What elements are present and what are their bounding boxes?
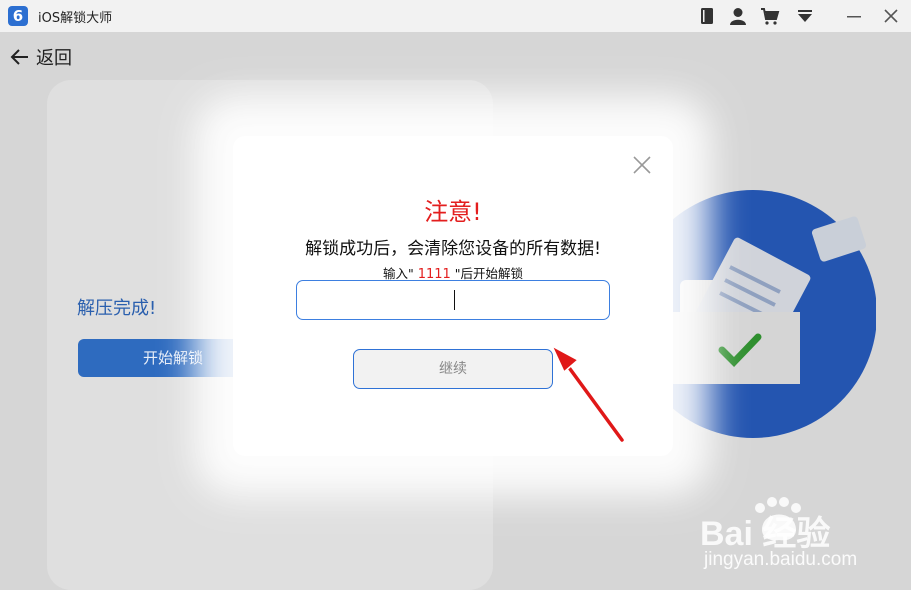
annotation-arrow	[550, 344, 626, 444]
dialog-close-button[interactable]	[631, 154, 653, 176]
prompt-before: 输入"	[382, 266, 418, 281]
continue-button[interactable]: 继续	[353, 349, 553, 389]
watermark-brand: Bai 经验	[700, 515, 831, 553]
arrow-left-icon	[10, 49, 28, 65]
dialog-message: 解锁成功后，会清除您设备的所有数据!	[305, 239, 601, 259]
prompt-after: "后开始解锁	[450, 266, 524, 281]
minimize-icon[interactable]	[843, 5, 865, 27]
app-logo-icon: 6	[8, 6, 28, 26]
title-bar: 6 iOS解锁大师	[0, 0, 911, 32]
close-icon[interactable]	[880, 5, 902, 27]
book-icon[interactable]	[696, 5, 718, 27]
unzip-status: 解压完成!	[77, 298, 157, 319]
cart-icon[interactable]	[759, 5, 781, 27]
user-icon[interactable]	[727, 5, 749, 27]
app-title: iOS解锁大师	[38, 11, 113, 26]
back-label: 返回	[36, 48, 72, 69]
text-caret	[454, 290, 455, 310]
code-input[interactable]	[296, 280, 610, 320]
dialog-title: 注意!	[424, 198, 482, 226]
close-icon	[633, 156, 651, 174]
back-button[interactable]: 返回	[8, 44, 72, 70]
dropdown-icon[interactable]	[794, 5, 816, 27]
watermark-url: jingyan.baidu.com	[704, 549, 858, 570]
